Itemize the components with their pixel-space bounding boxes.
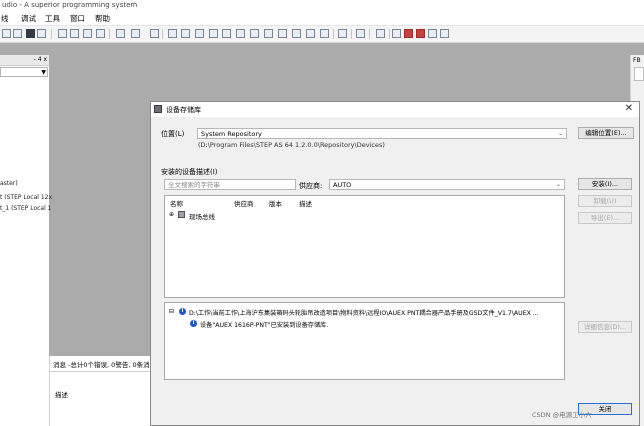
menu-item-help[interactable]: 帮助 <box>95 13 110 24</box>
toolbar-button-icon[interactable] <box>58 29 67 38</box>
online-icon[interactable] <box>168 29 177 38</box>
info-icon: i <box>190 320 197 327</box>
toolbar-button-icon[interactable] <box>306 29 315 38</box>
chevron-down-icon: ⌄ <box>555 181 561 188</box>
toolbar-button-icon[interactable] <box>264 29 273 38</box>
log-path-line: D:\工作\当前工作\上海沪东集装箱码头轮胎吊改造项目\物料资料\远程IO\AU… <box>189 310 539 317</box>
location-label: 位置(L) <box>161 130 185 138</box>
watermark: CSDN @电源工小六 <box>532 411 592 419</box>
messages-panel: 消息 -总计0个错误, 0警告, 0条消 描述 <box>49 356 151 426</box>
tree-item-fieldbus[interactable]: 现场总线 <box>189 211 215 221</box>
messages-summary: 消息 -总计0个错误, 0警告, 0条消 <box>53 361 150 369</box>
close-icon[interactable]: ✕ <box>625 103 633 114</box>
toolbar-button-icon[interactable] <box>250 29 259 38</box>
left-panel-header: - 4 x <box>0 55 49 66</box>
repository-icon <box>154 105 162 113</box>
menu-item-debug[interactable]: 调试 <box>21 13 36 24</box>
vendor-value: AUTO <box>333 181 352 189</box>
device-repository-dialog: 设备存储库 ✕ 位置(L) System Repository ⌄ (D:\Pr… <box>150 101 640 426</box>
toolbar <box>0 26 644 43</box>
expand-icon[interactable]: ⊕ <box>169 211 174 218</box>
toolbar-button-icon[interactable] <box>278 29 287 38</box>
find-icon[interactable] <box>2 29 11 38</box>
location-select[interactable]: System Repository ⌄ <box>197 128 567 139</box>
window-title: udio - A superior programming system <box>2 1 138 9</box>
toolbar-button-icon[interactable] <box>116 29 125 38</box>
toolbar-button-icon[interactable] <box>181 29 190 38</box>
toolbar-button-icon[interactable] <box>83 29 92 38</box>
left-panel: - 4 x ▼ aster) t (STEP Local 12x t_1 (ST… <box>0 55 52 426</box>
fieldbus-icon <box>178 211 185 218</box>
toolbar-button-icon[interactable] <box>392 29 401 38</box>
toolbar-button-icon[interactable] <box>320 29 329 38</box>
toolbar-button-icon[interactable] <box>150 29 159 38</box>
column-header-description[interactable]: 描述 <box>299 198 312 208</box>
tree-item[interactable]: t (STEP Local 12x <box>0 194 52 201</box>
toolbar-button-icon[interactable] <box>416 29 425 38</box>
vendor-select[interactable]: AUTO ⌄ <box>329 179 565 190</box>
vendor-label: 供应商: <box>299 182 323 190</box>
toolbar-button-icon[interactable] <box>236 29 245 38</box>
info-icon: i <box>179 308 186 315</box>
messages-description-header: 描述 <box>55 391 68 399</box>
right-panel-field[interactable] <box>634 67 644 81</box>
toolbar-button-icon[interactable] <box>96 29 105 38</box>
uninstall-button[interactable]: 卸载(U) <box>578 195 632 207</box>
location-path: (D:\Program Files\STEP AS 64 1.2.0.0\Rep… <box>198 141 385 149</box>
panel-controls[interactable]: - 4 x <box>34 56 47 63</box>
log-installed-line: 设备"AUEX 1616P-PNT"已安装到设备存储库. <box>200 322 329 329</box>
toolbar-button-icon[interactable] <box>70 29 79 38</box>
toolbar-button-icon[interactable] <box>440 29 449 38</box>
location-value: System Repository <box>201 130 262 138</box>
chevron-down-icon: ▼ <box>41 69 46 76</box>
tree-item[interactable]: t_1 (STEP Local 1 <box>0 205 51 212</box>
menu-item-tools[interactable]: 工具 <box>45 13 60 24</box>
breakpoint-icon[interactable] <box>404 29 413 38</box>
edit-location-button[interactable]: 编辑位置(E)... <box>578 127 634 139</box>
menu-item-window[interactable]: 窗口 <box>70 13 85 24</box>
build-icon[interactable] <box>131 29 140 38</box>
chevron-down-icon: ⌄ <box>557 130 563 137</box>
right-panel-label: FB <box>633 57 641 64</box>
toolbar-button-icon[interactable] <box>292 29 301 38</box>
device-tree[interactable]: 名称 供应商 版本 描述 ⊕ 现场总线 <box>164 195 565 298</box>
toolbar-button-icon[interactable] <box>356 29 365 38</box>
tree-item[interactable]: aster) <box>0 180 18 187</box>
toolbar-button-icon[interactable] <box>428 29 437 38</box>
binoculars-icon[interactable] <box>26 29 35 38</box>
toolbar-button-icon[interactable] <box>338 29 347 38</box>
menu-bar: 线 调试 工具 窗口 帮助 <box>0 11 644 26</box>
column-header-vendor[interactable]: 供应商 <box>234 198 254 208</box>
collapse-icon[interactable]: ⊟ <box>169 308 174 315</box>
installed-descriptions-label: 安装的设备描述(I) <box>161 168 218 176</box>
install-log: ⊟ i D:\工作\当前工作\上海沪东集装箱码头轮胎吊改造项目\物料资料\远程I… <box>164 302 565 380</box>
left-panel-dropdown[interactable]: ▼ <box>0 67 48 77</box>
toolbar-button-icon[interactable] <box>376 29 385 38</box>
window-titlebar: udio - A superior programming system <box>0 0 644 11</box>
stop-icon[interactable] <box>222 29 231 38</box>
toolbar-button-icon[interactable] <box>195 29 204 38</box>
menu-item-1[interactable]: 线 <box>1 13 9 24</box>
replace-icon[interactable] <box>37 29 46 38</box>
install-button[interactable]: 安装(I)... <box>578 178 632 190</box>
details-button[interactable]: 详细信息(D)... <box>578 321 632 333</box>
column-header-version[interactable]: 版本 <box>269 198 282 208</box>
dialog-title: 设备存储库 <box>166 106 201 114</box>
find-next-icon[interactable] <box>13 29 22 38</box>
dialog-titlebar: 设备存储库 ✕ <box>151 102 639 117</box>
search-input[interactable]: 全文搜索的字符串 <box>164 179 296 190</box>
run-icon[interactable] <box>209 29 218 38</box>
export-button[interactable]: 导出(E)... <box>578 212 632 224</box>
column-header-name[interactable]: 名称 <box>170 198 183 208</box>
